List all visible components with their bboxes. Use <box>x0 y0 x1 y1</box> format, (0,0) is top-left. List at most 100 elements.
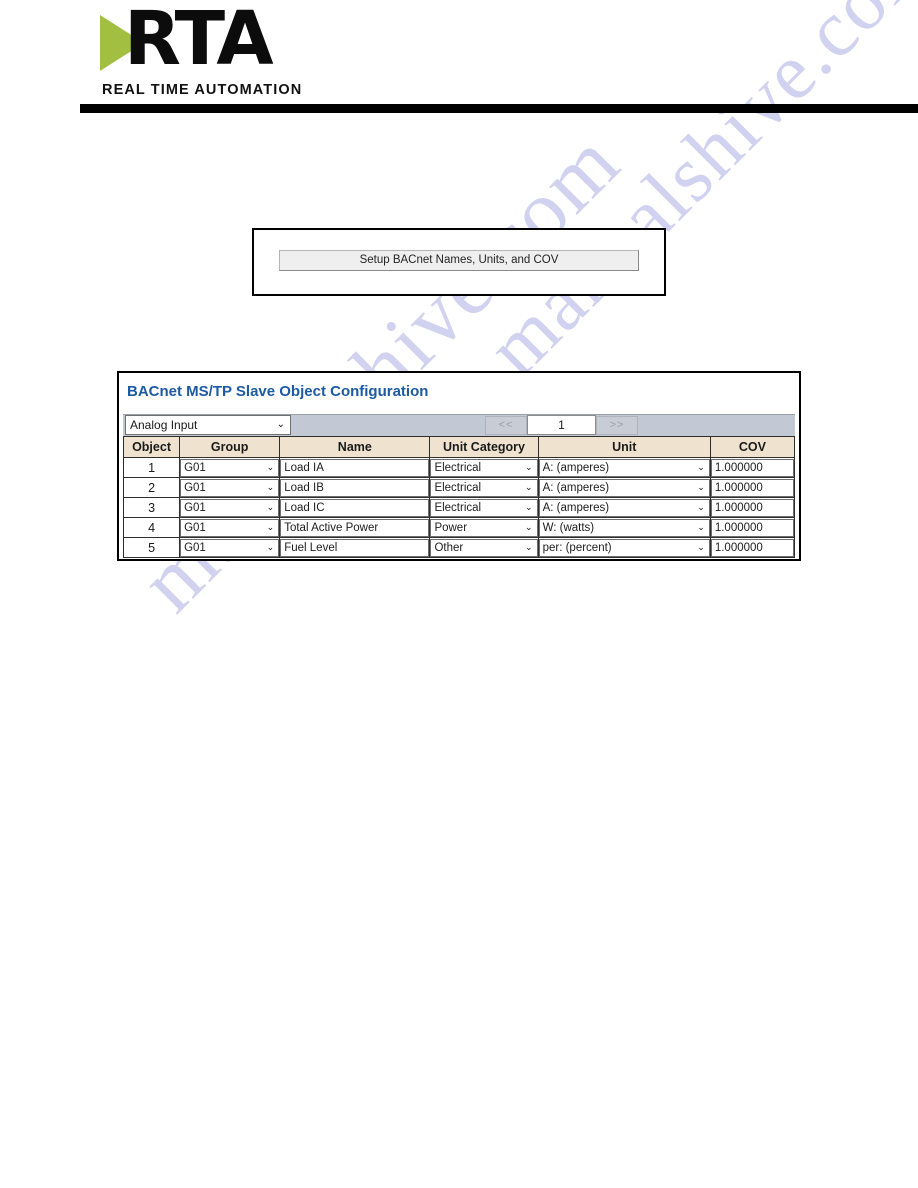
rta-logo: RTA REAL TIME AUTOMATION <box>100 2 301 98</box>
cell-unit-category: Power ⌄ <box>429 517 539 538</box>
cell-unit: A: (amperes) ⌄ <box>537 457 711 478</box>
cov-input[interactable]: 1.000000 <box>710 478 794 497</box>
chevron-down-icon: ⌄ <box>697 541 705 552</box>
unit-select[interactable]: A: (amperes) ⌄ <box>538 458 710 477</box>
cell-cov: 1.000000 <box>709 537 796 558</box>
bacnet-object-configuration-panel: BACnet MS/TP Slave Object Configuration … <box>117 371 801 561</box>
group-select-value: G01 <box>184 541 206 554</box>
page-header: RTA REAL TIME AUTOMATION <box>0 0 918 118</box>
object-toolbar: Analog Input ⌄ << 1 >> <box>123 414 795 436</box>
group-select-value: G01 <box>184 481 206 494</box>
table-body: 1 G01 ⌄ Load IA Electrical ⌄ A: (amperes… <box>122 457 796 558</box>
name-input[interactable]: Load IB <box>280 478 430 497</box>
name-input[interactable]: Total Active Power <box>280 518 430 537</box>
unit-category-select-value: Other <box>434 541 464 554</box>
cell-name: Load IC <box>279 497 431 518</box>
cell-group: G01 ⌄ <box>179 457 281 478</box>
cell-group: G01 ⌄ <box>179 517 281 538</box>
logo-tagline: REAL TIME AUTOMATION <box>102 82 303 98</box>
name-input[interactable]: Load IA <box>280 458 430 477</box>
unit-category-select[interactable]: Electrical ⌄ <box>430 478 538 497</box>
unit-category-select-value: Electrical <box>434 501 482 514</box>
cell-unit: A: (amperes) ⌄ <box>537 477 711 498</box>
pager-next-button[interactable]: >> <box>596 416 638 435</box>
cell-cov: 1.000000 <box>709 497 796 518</box>
name-input[interactable]: Fuel Level <box>280 538 430 557</box>
column-header-object: Object <box>122 436 181 458</box>
column-header-unit: Unit <box>537 436 711 458</box>
chevron-down-icon: ⌄ <box>697 501 705 512</box>
chevron-down-icon: ⌄ <box>276 419 285 430</box>
group-select[interactable]: G01 ⌄ <box>180 458 280 477</box>
table-row: 5 G01 ⌄ Fuel Level Other ⌄ per: (percent… <box>122 537 796 558</box>
unit-category-select[interactable]: Power ⌄ <box>430 518 538 537</box>
cell-object-number: 4 <box>122 517 181 538</box>
cov-input[interactable]: 1.000000 <box>710 498 794 517</box>
table-row: 1 G01 ⌄ Load IA Electrical ⌄ A: (amperes… <box>122 457 796 478</box>
unit-select[interactable]: per: (percent) ⌄ <box>538 538 710 557</box>
cov-input[interactable]: 1.000000 <box>710 458 794 477</box>
unit-category-select[interactable]: Electrical ⌄ <box>430 498 538 517</box>
unit-select[interactable]: A: (amperes) ⌄ <box>538 498 710 517</box>
cell-unit-category: Electrical ⌄ <box>429 457 539 478</box>
chevron-down-icon: ⌄ <box>697 461 705 472</box>
object-configuration-table: Object Group Name Unit Category Unit COV… <box>122 436 796 558</box>
unit-select-value: A: (amperes) <box>542 501 610 514</box>
object-type-select-value: Analog Input <box>130 418 198 432</box>
table-row: 2 G01 ⌄ Load IB Electrical ⌄ A: (amperes… <box>122 477 796 498</box>
table-header-row: Object Group Name Unit Category Unit COV <box>122 436 796 458</box>
unit-select-value: per: (percent) <box>542 541 612 554</box>
unit-select[interactable]: W: (watts) ⌄ <box>538 518 710 537</box>
chevron-down-icon: ⌄ <box>266 521 275 532</box>
cell-unit: A: (amperes) ⌄ <box>537 497 711 518</box>
pager-page-input[interactable]: 1 <box>527 415 596 435</box>
column-header-name: Name <box>279 436 431 458</box>
column-header-group: Group <box>179 436 281 458</box>
table-header: Object Group Name Unit Category Unit COV <box>122 436 796 458</box>
chevron-down-icon: ⌄ <box>697 481 705 492</box>
setup-bacnet-names-units-cov-button[interactable]: Setup BACnet Names, Units, and COV <box>279 250 639 271</box>
column-header-unit-category: Unit Category <box>429 436 539 458</box>
cell-unit-category: Other ⌄ <box>429 537 539 558</box>
pager-previous-button[interactable]: << <box>485 416 527 435</box>
cell-object-number: 2 <box>122 477 181 498</box>
cell-group: G01 ⌄ <box>179 537 281 558</box>
cell-object-number: 3 <box>122 497 181 518</box>
unit-category-select[interactable]: Electrical ⌄ <box>430 458 538 477</box>
cell-unit-category: Electrical ⌄ <box>429 477 539 498</box>
unit-category-select-value: Power <box>434 521 468 534</box>
group-select[interactable]: G01 ⌄ <box>180 498 280 517</box>
chevron-down-icon: ⌄ <box>266 481 275 492</box>
group-select-value: G01 <box>184 461 206 474</box>
cov-input[interactable]: 1.000000 <box>710 518 794 537</box>
unit-category-select-value: Electrical <box>434 481 482 494</box>
group-select-value: G01 <box>184 521 206 534</box>
cell-name: Load IA <box>279 457 431 478</box>
group-select[interactable]: G01 ⌄ <box>180 518 280 537</box>
unit-select[interactable]: A: (amperes) ⌄ <box>538 478 710 497</box>
chevron-down-icon: ⌄ <box>525 521 533 532</box>
chevron-down-icon: ⌄ <box>525 501 533 512</box>
group-select[interactable]: G01 ⌄ <box>180 538 280 557</box>
cell-name: Load IB <box>279 477 431 498</box>
cell-cov: 1.000000 <box>709 457 796 478</box>
table-row: 4 G01 ⌄ Total Active Power Power ⌄ W: (w… <box>122 517 796 538</box>
chevron-down-icon: ⌄ <box>697 521 705 532</box>
cell-object-number: 5 <box>122 537 181 558</box>
group-select[interactable]: G01 ⌄ <box>180 478 280 497</box>
chevron-down-icon: ⌄ <box>525 461 533 472</box>
unit-select-value: A: (amperes) <box>542 461 610 474</box>
table-row: 3 G01 ⌄ Load IC Electrical ⌄ A: (amperes… <box>122 497 796 518</box>
header-divider-rule <box>80 104 918 113</box>
object-type-select[interactable]: Analog Input ⌄ <box>125 415 291 435</box>
chevron-down-icon: ⌄ <box>266 501 275 512</box>
cov-input[interactable]: 1.000000 <box>710 538 794 557</box>
cell-object-number: 1 <box>122 457 181 478</box>
cell-unit: per: (percent) ⌄ <box>537 537 711 558</box>
chevron-down-icon: ⌄ <box>525 541 533 552</box>
name-input[interactable]: Load IC <box>280 498 430 517</box>
panel-title: BACnet MS/TP Slave Object Configuration <box>127 383 429 400</box>
unit-category-select[interactable]: Other ⌄ <box>430 538 538 557</box>
column-header-cov: COV <box>709 436 796 458</box>
cell-cov: 1.000000 <box>709 477 796 498</box>
